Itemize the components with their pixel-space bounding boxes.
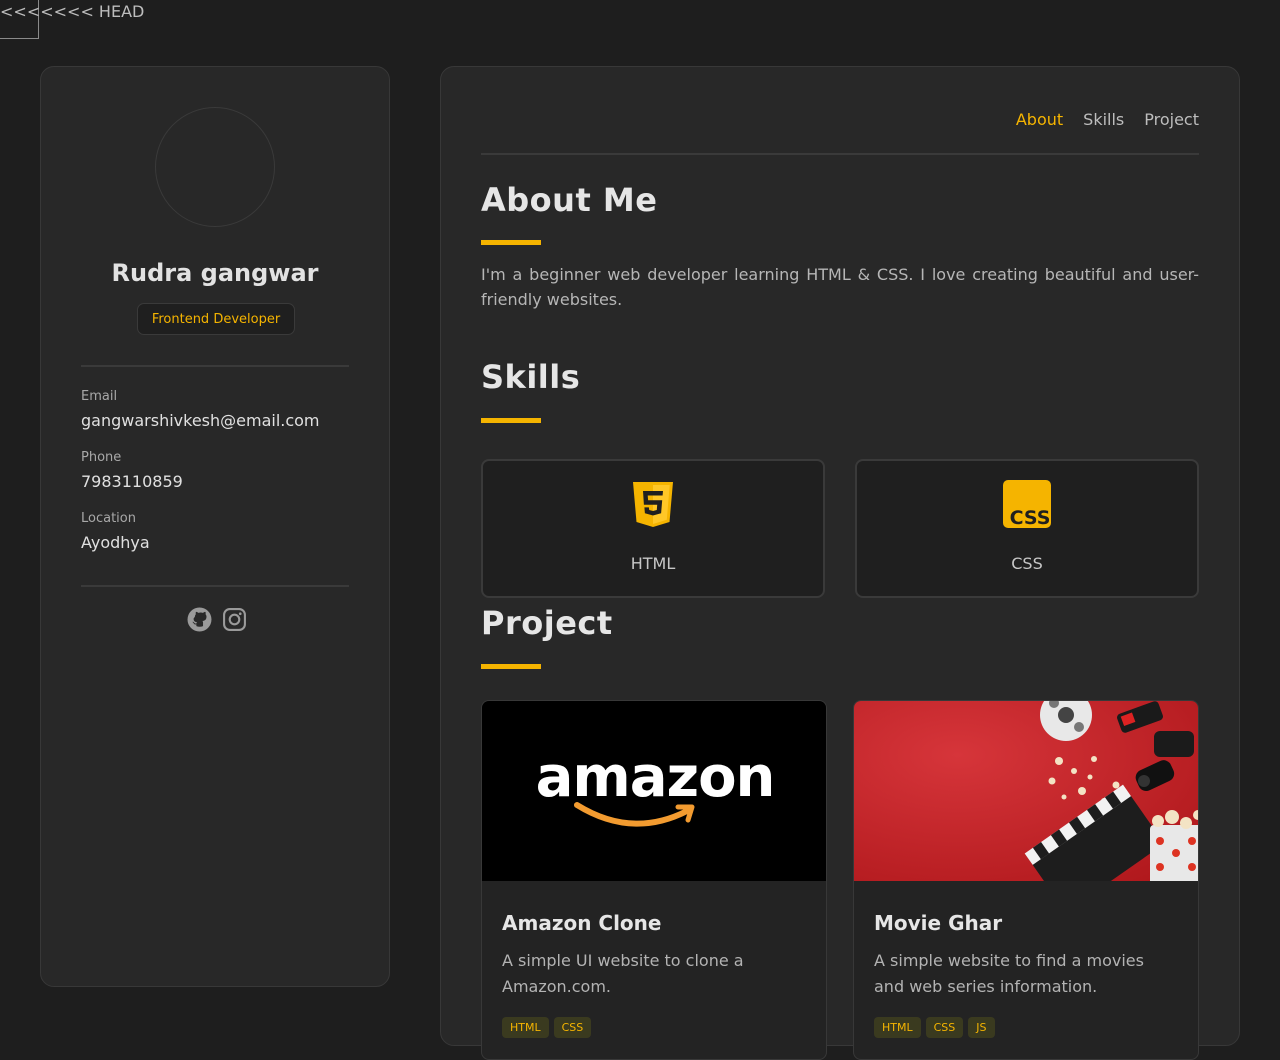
project-underline <box>481 664 541 669</box>
html5-icon <box>633 482 673 527</box>
amazon-thumbnail: amazon <box>482 701 826 881</box>
movie-props-image <box>854 701 1198 881</box>
email-label: Email <box>81 389 118 404</box>
tag: CSS <box>553 1017 592 1038</box>
nav-project[interactable]: Project <box>1144 110 1199 129</box>
project-name: Movie Ghar <box>874 911 1003 935</box>
tag: CSS <box>925 1017 964 1038</box>
project-name: Amazon Clone <box>502 911 662 935</box>
movie-thumbnail <box>854 701 1198 881</box>
location-label: Location <box>81 511 136 526</box>
project-card-amazon[interactable]: amazon Amazon Clone A simple UI website … <box>481 700 827 1060</box>
phone-value: 7983110859 <box>81 472 183 491</box>
nav-skills[interactable]: Skills <box>1083 110 1124 129</box>
sidebar-divider <box>81 365 349 367</box>
svg-text:CSS: CSS <box>1010 507 1051 528</box>
nav-divider <box>481 153 1199 155</box>
project-description: A simple website to find a movies and we… <box>874 951 1144 996</box>
role-badge: Frontend Developer <box>137 303 295 335</box>
amazon-logo: amazon <box>536 745 775 827</box>
main-content: About Skills Project About Me I'm a begi… <box>440 66 1240 1060</box>
about-title: About Me <box>481 181 658 219</box>
conflict-marker-text: <<<<<<< HEAD <box>0 2 145 21</box>
project-title: Project <box>481 604 613 642</box>
tag: HTML <box>502 1017 549 1038</box>
project-description: A simple UI website to clone a Amazon.co… <box>502 951 744 996</box>
project-card-movie-ghar[interactable]: Movie Ghar A simple website to find a mo… <box>853 700 1199 1060</box>
social-links <box>187 607 247 632</box>
css-icon: CSS <box>1003 480 1051 528</box>
project-tags: HTML CSS JS <box>874 1017 995 1038</box>
about-underline <box>481 240 541 245</box>
github-icon[interactable] <box>187 607 212 632</box>
email-value: gangwarshivkesh@email.com <box>81 411 320 430</box>
location-value: Ayodhya <box>81 533 150 552</box>
about-text: I'm a beginner web developer learning HT… <box>481 265 1199 309</box>
skill-card-html: HTML <box>481 459 825 598</box>
phone-label: Phone <box>81 450 122 465</box>
sidebar-divider-bottom <box>81 585 349 587</box>
nav-about[interactable]: About <box>1016 110 1063 129</box>
instagram-icon[interactable] <box>222 607 247 632</box>
skill-label: HTML <box>630 554 676 573</box>
profile-sidebar: Rudra gangwar Frontend Developer Email g… <box>40 66 390 987</box>
tag: HTML <box>874 1017 921 1038</box>
skills-underline <box>481 418 541 423</box>
amazon-logo-text: amazon <box>536 745 775 810</box>
avatar <box>155 107 275 227</box>
skills-title: Skills <box>481 358 581 396</box>
top-nav: About Skills Project <box>1016 110 1199 129</box>
tag: JS <box>968 1017 995 1038</box>
project-tags: HTML CSS <box>502 1017 592 1038</box>
skill-card-css: CSS CSS <box>855 459 1199 598</box>
skill-label: CSS <box>1011 554 1043 573</box>
profile-name: Rudra gangwar <box>111 259 319 287</box>
